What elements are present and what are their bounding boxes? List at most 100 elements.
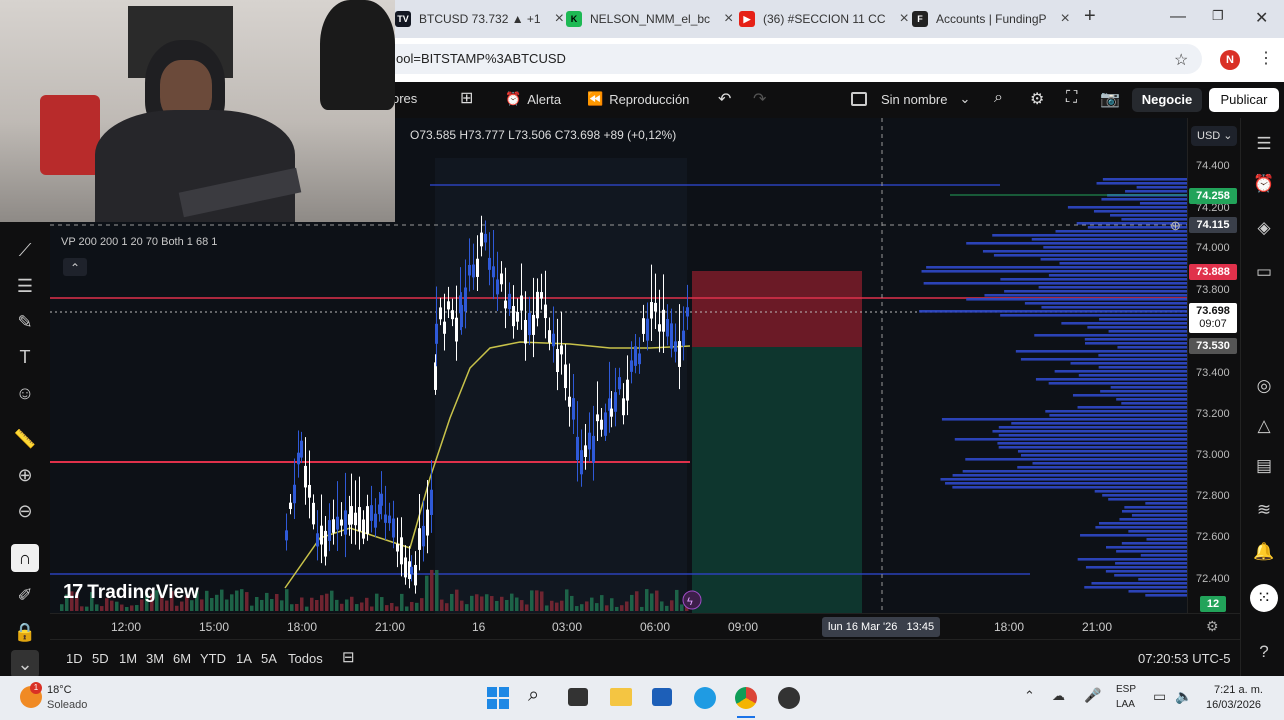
language-bottom[interactable]: LAA: [1116, 699, 1135, 710]
alarm-clock-icon[interactable]: ⏰: [1250, 170, 1278, 198]
range-todos[interactable]: Todos: [288, 651, 323, 666]
chrome-icon[interactable]: [735, 687, 757, 709]
volume-bar: [220, 589, 224, 611]
chat-icon[interactable]: ▭: [1250, 258, 1278, 286]
layout-square-icon: [851, 92, 867, 106]
close-icon[interactable]: ×: [1061, 10, 1070, 28]
brush-tool-icon[interactable]: ✎: [11, 308, 39, 336]
url-field[interactable]: ool=BITSTAMP%3ABTCUSD: [372, 44, 1202, 74]
range-1m[interactable]: 1M: [119, 651, 137, 666]
minimize-icon[interactable]: —: [1170, 8, 1186, 26]
task-view-icon[interactable]: [568, 688, 588, 706]
quick-search-icon[interactable]: ⌕: [994, 89, 1003, 107]
pencil-lock-icon[interactable]: ✐: [11, 581, 39, 609]
fullscreen-icon[interactable]: ⛶: [1066, 89, 1077, 107]
volume-bar: [425, 575, 429, 611]
target-icon[interactable]: ◎: [1250, 372, 1278, 400]
taskbar-date[interactable]: 16/03/2026: [1206, 699, 1261, 711]
range-6m[interactable]: 6M: [173, 651, 191, 666]
watchlist-icon[interactable]: ☰: [1250, 130, 1278, 158]
volume-profile-bar: [1055, 230, 1187, 233]
network-icon[interactable]: ▭: [1153, 688, 1166, 705]
profile-avatar[interactable]: N: [1220, 50, 1240, 70]
window-close-icon[interactable]: ✕: [1255, 8, 1268, 28]
file-explorer-icon[interactable]: [610, 688, 632, 706]
new-tab-button[interactable]: +: [1084, 5, 1096, 28]
tray-chevron-icon[interactable]: ⌃: [1024, 688, 1035, 704]
camera-icon[interactable]: 📷: [1100, 89, 1120, 109]
collapse-legend-button[interactable]: ⌃: [63, 258, 87, 276]
axis-settings-gear-icon[interactable]: ⚙: [1206, 618, 1219, 635]
range-5a[interactable]: 5A: [261, 651, 277, 666]
range-3m[interactable]: 3M: [146, 651, 164, 666]
chevron-down-icon[interactable]: ⌄: [11, 650, 39, 678]
triangle-icon[interactable]: △: [1250, 412, 1278, 440]
help-icon[interactable]: ?: [1250, 638, 1278, 666]
app-icon[interactable]: [778, 687, 800, 709]
tab-funding[interactable]: F Accounts | FundingP ×: [912, 6, 1070, 32]
fib-tool-icon[interactable]: ☰: [11, 272, 39, 300]
take-profit-zone[interactable]: [692, 347, 862, 613]
redo-icon[interactable]: ↷: [753, 89, 766, 109]
bell-icon[interactable]: 🔔: [1250, 538, 1278, 566]
range-ytd[interactable]: YTD: [200, 651, 226, 666]
taskbar-time[interactable]: 7:21 a. m.: [1214, 684, 1263, 696]
windows-start-icon[interactable]: [487, 687, 509, 709]
templates-grid-icon[interactable]: ⊞: [460, 88, 473, 108]
magnet-icon[interactable]: ∩: [11, 544, 39, 572]
volume-profile-bar: [1048, 274, 1187, 277]
indicators-button[interactable]: ores: [392, 91, 417, 106]
bookmark-star-icon[interactable]: ☆: [1174, 50, 1188, 70]
date-range-calendar-icon[interactable]: ⊟: [342, 648, 355, 666]
mic-icon[interactable]: 🎤: [1084, 687, 1101, 704]
indicator-legend[interactable]: VP 200 200 1 20 70 Both 1 68 1: [61, 236, 217, 248]
time-axis[interactable]: 12:00 15:00 18:00 21:00 16 03:00 06:00 0…: [50, 613, 1240, 639]
replay-button[interactable]: ⏪ Reproducción: [587, 91, 689, 107]
volume-bar: [310, 597, 314, 611]
layers-icon[interactable]: ◈: [1250, 214, 1278, 242]
stream-icon[interactable]: ≋: [1250, 496, 1278, 524]
zoom-out-icon[interactable]: ⊖: [11, 497, 39, 525]
search-icon[interactable]: ⌕: [528, 684, 539, 707]
trend-line-tool-icon[interactable]: ⟋: [11, 236, 39, 264]
lock-icon[interactable]: 🔒: [11, 618, 39, 646]
alert-button[interactable]: ⏰ Alerta: [505, 91, 561, 107]
currency-dropdown[interactable]: USD ⌄: [1191, 126, 1237, 146]
volume-icon[interactable]: 🔈: [1175, 688, 1192, 705]
trade-button[interactable]: Negocie: [1132, 88, 1202, 112]
close-icon[interactable]: ×: [724, 10, 733, 28]
volume-profile-bar: [923, 282, 1187, 285]
close-icon[interactable]: ×: [899, 10, 908, 28]
range-1a[interactable]: 1A: [236, 651, 252, 666]
range-1d[interactable]: 1D: [66, 651, 83, 666]
menu-kebab-icon[interactable]: ⋮: [1258, 48, 1274, 68]
clock-label[interactable]: 07:20:53 UTC-5: [1138, 651, 1231, 666]
tab-kick[interactable]: K NELSON_NMM_el_bc ×: [566, 6, 733, 32]
volume-bar: [95, 604, 99, 611]
emoji-icon[interactable]: ☺: [11, 379, 39, 407]
weather-desc[interactable]: Soleado: [47, 699, 87, 711]
text-tool-icon[interactable]: T: [11, 343, 39, 371]
tab-tradingview[interactable]: TV BTCUSD 73.732 ▲ +1 ×: [395, 6, 564, 32]
store-icon[interactable]: [652, 688, 672, 706]
ruler-icon[interactable]: 📏: [11, 425, 39, 453]
settings-gear-icon[interactable]: ⚙: [1030, 89, 1044, 109]
volume-bar: [280, 600, 284, 611]
weather-temp[interactable]: 18°C: [47, 684, 72, 696]
zoom-in-icon[interactable]: ⊕: [11, 461, 39, 489]
add-plus-icon[interactable]: ⊕: [1170, 218, 1181, 234]
price-scale[interactable]: USD ⌄ 74.400 74.200 74.000 73.800 73.400…: [1187, 118, 1240, 613]
apps-grid-icon[interactable]: ⁙: [1250, 584, 1278, 612]
range-5d[interactable]: 5D: [92, 651, 109, 666]
calendar-icon[interactable]: ▤: [1250, 452, 1278, 480]
stop-loss-zone[interactable]: [692, 271, 862, 347]
layout-dropdown[interactable]: Sin nombre ⌄: [851, 91, 970, 107]
publish-button[interactable]: Publicar: [1209, 88, 1279, 112]
cloud-icon[interactable]: ☁: [1052, 688, 1065, 704]
edge-icon[interactable]: [694, 687, 716, 709]
restore-icon[interactable]: ❐: [1212, 8, 1224, 24]
undo-icon[interactable]: ↶: [718, 89, 731, 109]
tab-youtube[interactable]: ▶ (36) #SECCION 11 CC ×: [739, 6, 909, 32]
language-top[interactable]: ESP: [1116, 684, 1136, 695]
close-icon[interactable]: ×: [555, 10, 564, 28]
